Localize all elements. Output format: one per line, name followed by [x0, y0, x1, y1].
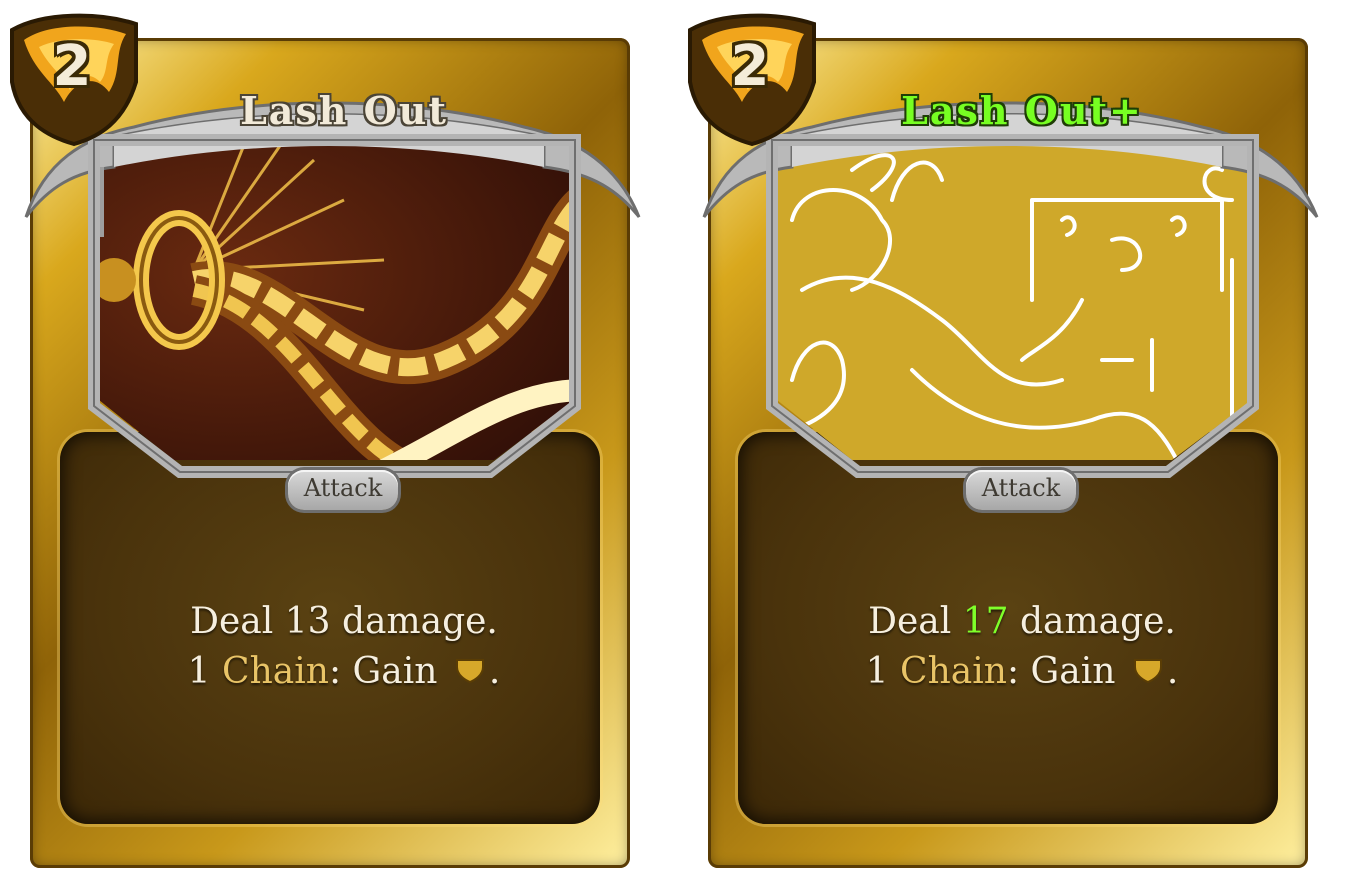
description-line-2: 1 Chain: Gain . — [732, 647, 1312, 697]
art-frame-border — [766, 134, 1259, 478]
desc-text: : Gain — [1006, 651, 1127, 692]
card-type: Attack — [303, 474, 383, 502]
gold-shield-icon — [455, 659, 484, 683]
card-title: Lash Out — [240, 88, 448, 133]
desc-text: Deal — [868, 601, 963, 642]
gold-shield-icon — [1133, 659, 1162, 683]
keyword-chain: Chain — [900, 651, 1007, 692]
damage-value: 13 — [284, 601, 331, 642]
art-frame-border — [88, 134, 581, 478]
desc-text: . — [1166, 651, 1179, 692]
description-line-1: Deal 13 damage. — [54, 597, 634, 647]
desc-text: damage. — [1008, 601, 1176, 642]
description-line-2: 1 Chain: Gain . — [54, 647, 634, 697]
desc-text: damage. — [330, 601, 498, 642]
card-description: Deal 17 damage. 1 Chain: Gain . — [732, 597, 1312, 697]
desc-text: Deal — [190, 601, 285, 642]
card-lash-out-upgraded[interactable]: 2 Lash Out+ Attack Deal 17 damage. 1 Cha… — [682, 12, 1332, 868]
damage-value: 17 — [962, 601, 1009, 642]
card-lash-out[interactable]: 2 Lash Out Attack Deal 13 damage. 1 Chai… — [4, 12, 654, 868]
desc-text: . — [488, 651, 501, 692]
desc-text: : Gain — [328, 651, 449, 692]
desc-text: 1 — [865, 651, 901, 692]
desc-text: 1 — [187, 651, 223, 692]
card-type: Attack — [981, 474, 1061, 502]
keyword-chain: Chain — [222, 651, 329, 692]
card-description: Deal 13 damage. 1 Chain: Gain . — [54, 597, 634, 697]
card-title: Lash Out+ — [901, 88, 1143, 133]
description-line-1: Deal 17 damage. — [732, 597, 1312, 647]
